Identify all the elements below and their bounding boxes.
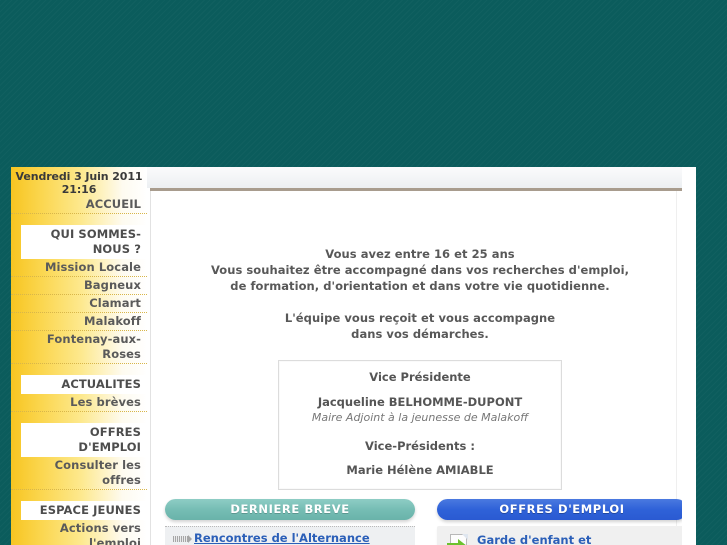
sidebar: Vendredi 3 Juin 2011 21:16 ACCUEIL QUI S…: [11, 167, 147, 545]
document-arrow-icon: [447, 534, 469, 545]
sidebar-item-consulter-les-offres[interactable]: Consulter les offres: [11, 457, 147, 490]
sidebar-item-clamart[interactable]: Clamart: [11, 295, 147, 313]
sidebar-item-bagneux[interactable]: Bagneux: [11, 277, 147, 295]
sidebar-time: 21:16: [61, 183, 97, 196]
officers-role-vice-presidents: Vice-Présidents :: [365, 439, 475, 453]
officers-role-vice-presidente: Vice Présidente: [369, 370, 471, 384]
sidebar-group-offres-emploi: OFFRES D'EMPLOI Consulter les offres: [11, 412, 147, 490]
sidebar-item-fontenay-aux-roses[interactable]: Fontenay-aux-Roses: [11, 331, 147, 364]
breve-item[interactable]: Rencontres de l'Alternance: [173, 531, 407, 545]
sidebar-group-espace-jeunes: ESPACE JEUNES Actions vers l'emploi Les …: [11, 490, 147, 545]
content-column: Vous avez entre 16 et 25 ans Vous souhai…: [147, 167, 696, 545]
intro-line-4: L'équipe vous reçoit et vous accompagne: [284, 311, 556, 325]
intro-line-2: Vous souhaitez être accompagné dans vos …: [210, 263, 630, 277]
offre-item-title[interactable]: Garde d'enfant et ménage AVOIR LE: [477, 533, 592, 545]
sidebar-heading-actualites: ACTUALITES: [21, 375, 147, 394]
officer-name-primary: Jacqueline BELHOMME-DUPONT: [317, 395, 523, 409]
panel-offres-emploi: OFFRES D'EMPLOI Garde d'enfant et ménage…: [437, 499, 687, 545]
bottom-panels: DERNIERE BREVE Rencontres de l'Alternanc…: [165, 499, 687, 545]
officers-box: Vice Présidente Jacqueline BELHOMME-DUPO…: [278, 360, 562, 490]
content-right-edge: [682, 167, 689, 545]
panel-title-offres-emploi[interactable]: OFFRES D'EMPLOI: [437, 499, 687, 520]
breve-item-title[interactable]: Rencontres de l'Alternance: [194, 531, 370, 545]
intro-line-3: de formation, d'orientation et dans votr…: [230, 279, 610, 293]
sidebar-date: Vendredi 3 Juin 2011: [15, 170, 143, 183]
content-top-band: [147, 167, 689, 188]
sidebar-item-accueil[interactable]: ACCUEIL: [11, 196, 147, 214]
panel-body-derniere-breve: Rencontres de l'Alternance Année 2011: [165, 526, 415, 545]
panel-body-offres-emploi[interactable]: Garde d'enfant et ménage AVOIR LE: [437, 526, 687, 545]
panel-title-derniere-breve[interactable]: DERNIERE BREVE: [165, 499, 415, 520]
sidebar-heading-espace-jeunes: ESPACE JEUNES: [21, 501, 147, 520]
sidebar-group-actualites: ACTUALITES Les brèves: [11, 364, 147, 412]
sidebar-group-qui-sommes-nous: QUI SOMMES-NOUS ? Mission Locale Bagneux…: [11, 214, 147, 364]
officer-title-primary: Maire Adjoint à la jeunesse de Malakoff: [311, 411, 529, 424]
sidebar-item-mission-locale[interactable]: Mission Locale: [11, 259, 147, 277]
offre-item-title-line-1: Garde d'enfant et: [477, 533, 592, 545]
sidebar-heading-qui-sommes-nous: QUI SOMMES-NOUS ?: [21, 225, 147, 259]
sidebar-item-les-breves[interactable]: Les brèves: [11, 394, 147, 412]
sidebar-item-malakoff[interactable]: Malakoff: [11, 313, 147, 331]
intro-line-5: dans vos démarches.: [351, 327, 489, 341]
sidebar-datetime: Vendredi 3 Juin 2011 21:16: [11, 167, 147, 196]
sidebar-heading-offres-emploi: OFFRES D'EMPLOI: [21, 423, 147, 457]
sidebar-item-actions-vers-emploi[interactable]: Actions vers l'emploi: [11, 520, 147, 545]
page-frame: Vendredi 3 Juin 2011 21:16 ACCUEIL QUI S…: [11, 167, 696, 545]
content-body: Vous avez entre 16 et 25 ans Vous souhai…: [150, 191, 689, 545]
officer-name-secondary: Marie Hélène AMIABLE: [346, 463, 494, 477]
intro-text: Vous avez entre 16 et 25 ans Vous souhai…: [151, 191, 689, 342]
arrow-bullet-icon: [173, 535, 192, 543]
intro-line-1: Vous avez entre 16 et 25 ans: [325, 247, 515, 261]
panel-derniere-breve: DERNIERE BREVE Rencontres de l'Alternanc…: [165, 499, 415, 545]
